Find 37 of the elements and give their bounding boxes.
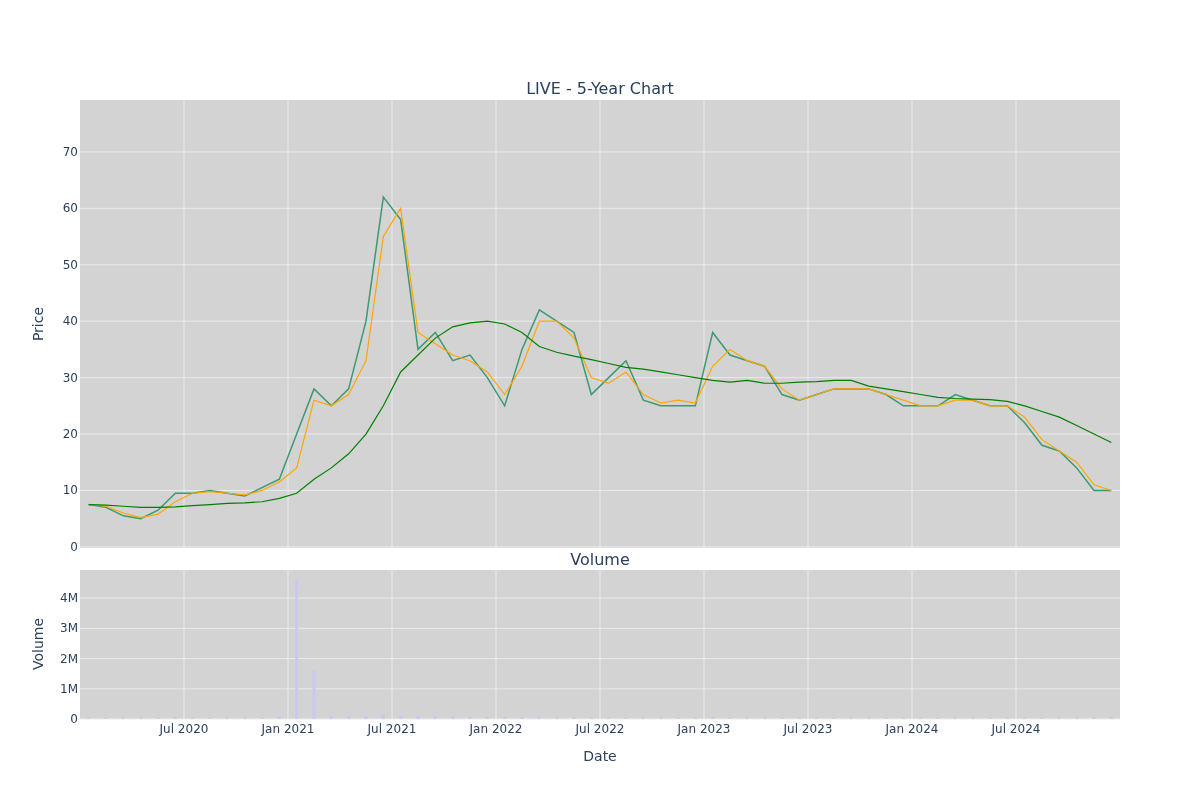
y-tick-label: 50 [62,257,78,272]
x-tick-label: Jul 2020 [159,722,209,736]
y-tick-label: 20 [62,427,78,442]
x-tick-label: Jul 2021 [367,722,417,736]
x-tick-label: Jan 2023 [677,722,731,736]
y-tick-label: 0 [70,712,78,726]
volume-bar [451,716,455,719]
y-axis-title: Price [30,306,46,342]
y-tick-label: 60 [62,201,78,216]
chart-title: Volume [570,552,630,569]
x-axis-title: Date [583,748,617,764]
volume-bar [329,716,333,719]
volume-bar [347,716,351,719]
chart-title: LIVE - 5-Year Chart [526,79,674,98]
y-tick-label: 10 [62,483,78,498]
y-tick-label: 0 [70,539,78,552]
x-tick-label: Jan 2024 [885,722,939,736]
volume-bar [468,716,472,719]
x-tick-label: Jul 2024 [991,722,1041,736]
y-tick-label: 3M [60,621,78,636]
y-tick-label: 4M [60,591,78,606]
y-tick-label: 1M [60,681,78,696]
volume-bar [416,716,420,719]
volume-bar [277,716,281,719]
y-tick-label: 2M [60,651,78,666]
x-tick-label: Jul 2022 [575,722,625,736]
y-tick-label: 30 [62,370,78,385]
volume-bar [364,716,368,719]
x-tick-label: Jan 2021 [261,722,315,736]
volume-bar [433,716,437,719]
y-tick-label: 70 [62,144,78,159]
y-tick-label: 40 [62,314,78,329]
x-tick-label: Jan 2022 [469,722,523,736]
volume-bar [537,716,541,719]
x-tick-label: Jul 2023 [783,722,833,736]
y-axis-title: Volume [30,617,46,671]
volume-bar [399,715,403,719]
